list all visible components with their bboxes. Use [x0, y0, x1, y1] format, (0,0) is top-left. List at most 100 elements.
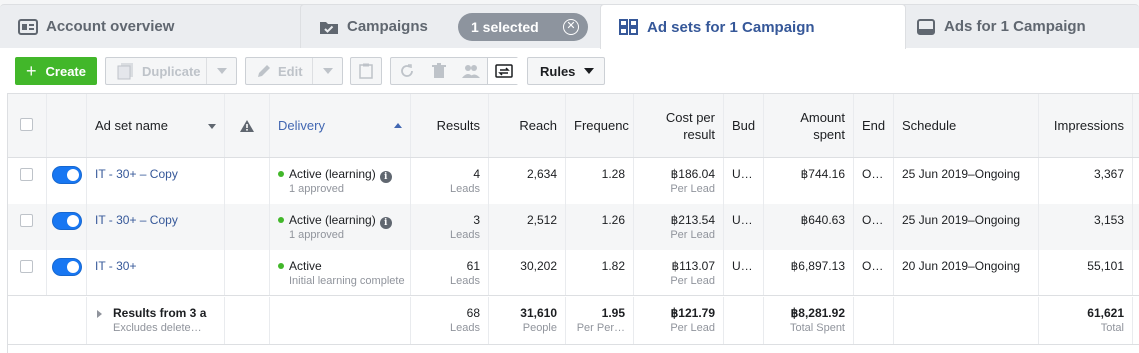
column-header-frequency[interactable]: Frequenc — [566, 94, 634, 157]
results-value: 4 — [473, 167, 480, 181]
table-row[interactable]: IT - 30+ – Copy Active (learning) i 1 app… — [8, 158, 1139, 204]
amount-spent-value: ฿6,897.13 — [790, 259, 845, 273]
duplicate-button-label: Duplicate — [142, 63, 201, 79]
column-header-cost-per-result[interactable]: Cost per result — [634, 94, 724, 157]
table-row[interactable]: IT - 30+ Active Initial learning complet… — [8, 250, 1139, 296]
frequency-cell: 1.26 — [566, 204, 634, 250]
toolbar: + Create Duplicate Edit Rules — [0, 48, 1139, 93]
action-button-group — [390, 57, 519, 85]
column-header-amount-spent[interactable]: Amount spent — [764, 94, 854, 157]
totals-row: Results from 3 a Excludes delete… 68 Lead… — [8, 297, 1139, 345]
column-header-name[interactable]: Ad set name — [87, 94, 225, 157]
totals-amount-unit: Total Spent — [789, 322, 845, 334]
ad-set-name-link[interactable]: IT - 30+ – Copy — [95, 167, 216, 181]
column-header-schedule-label: Schedule — [902, 118, 957, 133]
column-header-schedule[interactable]: Schedule — [894, 94, 1039, 157]
cost-value: ฿113.07 — [671, 259, 715, 273]
totals-spacer-cell — [8, 297, 87, 344]
row-checkbox[interactable] — [20, 214, 33, 227]
row-checkbox[interactable] — [20, 168, 33, 181]
tab-ads[interactable]: Ads for 1 Campaign — [897, 4, 1139, 48]
results-type: Leads — [450, 183, 480, 195]
cost-cell: ฿186.04 Per Lead — [634, 158, 724, 204]
impressions-cell: 3,153 — [1039, 204, 1133, 250]
reach-cell: 2,634 — [489, 158, 566, 204]
ad-set-toggle[interactable] — [53, 259, 81, 275]
edit-button[interactable]: Edit — [245, 57, 343, 85]
totals-frequency-cell: 1.95 Per Per… — [566, 297, 634, 344]
tab-ad-sets-label: Ad sets for 1 Campaign — [647, 18, 815, 36]
cost-unit: Per Lead — [670, 275, 715, 287]
column-header-budget-label: Bud — [732, 118, 756, 133]
totals-budget-cell — [724, 297, 764, 344]
column-header-warning[interactable] — [225, 94, 270, 157]
row-checkbox[interactable] — [20, 260, 33, 273]
trash-icon[interactable] — [423, 58, 455, 84]
edit-dropdown-icon[interactable] — [312, 58, 342, 84]
tab-ads-label: Ads for 1 Campaign — [944, 18, 1086, 35]
amount-spent-value: ฿640.63 — [800, 213, 845, 227]
cost-cell: ฿213.54 Per Lead — [634, 204, 724, 250]
selected-count-label: 1 selected — [471, 19, 539, 35]
totals-results-type: Leads — [450, 322, 480, 334]
tab-account-overview[interactable]: Account overview — [0, 4, 312, 48]
delivery-cell: Active Initial learning complete — [270, 250, 411, 295]
ad-icon — [917, 18, 935, 35]
ad-set-toggle[interactable] — [53, 213, 81, 229]
budget-cell: U… — [724, 250, 764, 295]
totals-warning-cell — [225, 297, 270, 344]
tab-campaigns-label: Campaigns — [347, 18, 428, 35]
info-icon[interactable]: i — [379, 171, 392, 183]
column-header-cost-line2: result — [683, 126, 715, 142]
select-all-checkbox[interactable] — [20, 118, 33, 131]
ad-set-name-cell: IT - 30+ – Copy — [87, 204, 225, 250]
create-button-label: Create — [45, 63, 86, 79]
totals-results-cell: 68 Leads — [411, 297, 489, 344]
table-header: Ad set name Delivery Results Reach Frequ… — [8, 94, 1139, 158]
impressions-value: 3,367 — [1093, 167, 1124, 181]
column-header-amount-line2: spent — [813, 126, 845, 142]
totals-reach-unit: People — [522, 322, 557, 334]
ad-set-name-link[interactable]: IT - 30+ — [95, 259, 216, 273]
clear-selection-icon[interactable]: ✕ — [563, 19, 579, 35]
row-toggle-cell — [47, 250, 87, 295]
rules-button[interactable]: Rules — [527, 57, 605, 85]
column-header-delivery[interactable]: Delivery — [270, 94, 411, 157]
column-header-results[interactable]: Results — [411, 94, 489, 157]
tab-ad-sets[interactable]: Ad sets for 1 Campaign — [600, 4, 906, 49]
expand-arrow-icon[interactable] — [97, 310, 102, 318]
info-icon[interactable]: i — [379, 217, 392, 229]
totals-amount-cell: ฿8,281.92 Total Spent — [764, 297, 854, 344]
column-header-budget[interactable]: Bud — [724, 94, 764, 157]
create-button[interactable]: + Create — [15, 57, 97, 85]
ad-set-name-link[interactable]: IT - 30+ – Copy — [95, 213, 216, 227]
cost-value: ฿213.54 — [670, 213, 715, 227]
amount-spent-value: ฿744.16 — [800, 167, 845, 181]
totals-label: Results from 3 a — [113, 306, 207, 320]
refresh-icon[interactable] — [391, 58, 423, 84]
frequency-cell: 1.82 — [566, 250, 634, 295]
delivery-substatus: Initial learning complete — [289, 275, 405, 287]
column-header-impressions[interactable]: Impressions — [1039, 94, 1133, 157]
ad-set-name-cell: IT - 30+ — [87, 250, 225, 295]
table-row[interactable]: IT - 30+ – Copy Active (learning) i 1 app… — [8, 204, 1139, 250]
budget-cell: U… — [724, 204, 764, 250]
frequency-value: 1.28 — [601, 167, 625, 181]
column-header-end[interactable]: End — [854, 94, 894, 157]
ad-set-toggle[interactable] — [53, 167, 81, 183]
clipboard-button[interactable] — [350, 57, 382, 85]
totals-frequency-value: 1.95 — [601, 306, 625, 320]
active-status-dot — [278, 171, 284, 177]
row-select-cell — [8, 204, 47, 250]
people-icon[interactable] — [455, 58, 487, 84]
selected-filter-pill[interactable]: 1 selected ✕ — [458, 13, 588, 41]
delivery-cell: Active (learning) i 1 approved — [270, 204, 411, 250]
compare-icon[interactable] — [487, 58, 519, 84]
duplicate-button[interactable]: Duplicate — [105, 57, 237, 85]
plus-icon: + — [26, 61, 37, 81]
warning-cell — [225, 250, 270, 295]
results-type: Leads — [450, 229, 480, 241]
duplicate-dropdown-icon[interactable] — [206, 58, 236, 84]
column-header-reach[interactable]: Reach — [489, 94, 566, 157]
totals-cost-value: ฿121.79 — [670, 306, 715, 320]
